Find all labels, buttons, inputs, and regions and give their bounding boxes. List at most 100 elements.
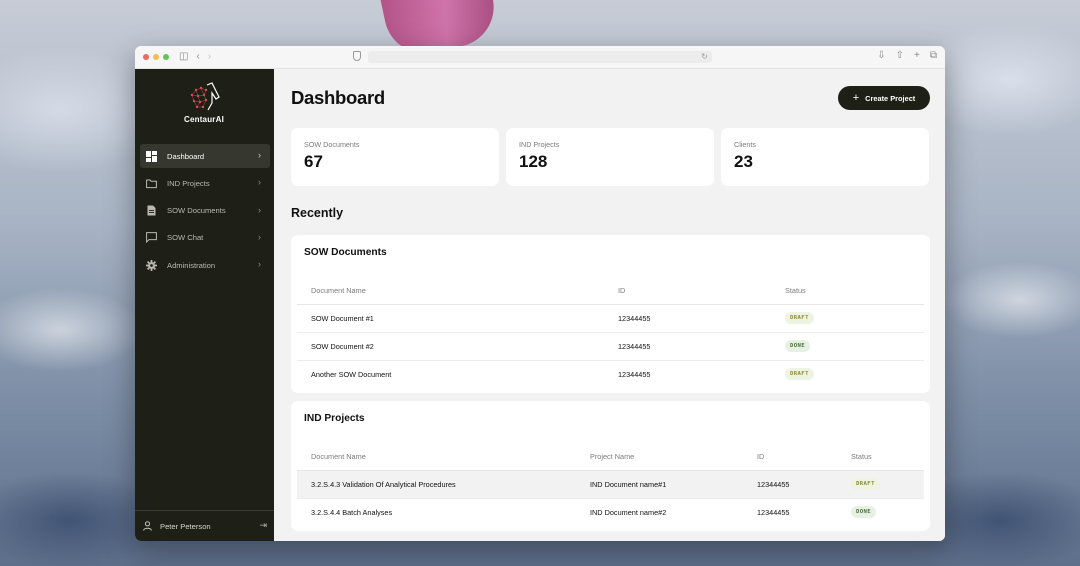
sidebar: CentaurAI Dashboard › IND Projects › SOW…	[135, 69, 274, 541]
document-name[interactable]: 3.2.S.4.4 Batch Analyses	[297, 498, 576, 526]
status-badge: DONE	[785, 340, 811, 352]
chevron-right-icon: ›	[258, 231, 261, 242]
stat-card-clients[interactable]: Clients 23	[721, 128, 929, 186]
stat-label: IND Projects	[519, 140, 560, 149]
centaur-logo-icon	[190, 82, 220, 111]
window-controls	[143, 54, 169, 60]
logout-icon[interactable]: ⇥	[259, 520, 267, 531]
document-name[interactable]: SOW Document #1	[297, 304, 604, 333]
user-name: Peter Peterson	[160, 521, 211, 531]
sidebar-item-label: Dashboard	[167, 151, 205, 161]
sidebar-nav: Dashboard › IND Projects › SOW Documents…	[140, 144, 270, 280]
create-project-button[interactable]: + Create Project	[838, 86, 930, 110]
sidebar-toggle-icon[interactable]: ◫	[179, 52, 188, 62]
status-badge: DONE	[851, 506, 877, 519]
table-row[interactable]: SOW Document #2 12344455 DONE	[297, 332, 924, 361]
document-id: 12344455	[743, 470, 837, 499]
table-header-row: Document Name Project Name ID Status	[297, 444, 924, 471]
table-row[interactable]: Another SOW Document 12344455 DRAFT	[297, 360, 924, 388]
new-tab-icon[interactable]: +	[914, 50, 920, 61]
browser-toolbar: ◫ ‹ › ↻ ⇩ ⇧ + ⧉	[135, 46, 945, 69]
status-badge: DRAFT	[785, 368, 814, 381]
create-project-label: Create Project	[865, 93, 916, 103]
stat-value: 67	[304, 152, 323, 171]
table-row[interactable]: SOW Document #1 12344455 DRAFT	[297, 304, 924, 333]
project-name: IND Document name#2	[590, 507, 667, 517]
share-icon[interactable]: ⇧	[896, 50, 904, 61]
status-cell: DONE	[771, 332, 924, 361]
gear-icon	[146, 259, 157, 271]
document-id: 12344455	[604, 304, 771, 333]
shield-icon[interactable]	[353, 51, 361, 61]
sidebar-item-dashboard[interactable]: Dashboard ›	[140, 144, 270, 168]
document-id: 12344455	[618, 369, 651, 379]
ind-projects-table: Document Name Project Name ID Status 3.2…	[297, 444, 924, 526]
tabs-overview-icon[interactable]: ⧉	[930, 50, 937, 61]
table-header-row: Document Name ID Status	[297, 278, 924, 305]
forward-icon[interactable]: ›	[208, 52, 211, 62]
status-cell: DRAFT	[771, 304, 924, 333]
table-row[interactable]: 3.2.S.4.3 Validation Of Analytical Proce…	[297, 470, 924, 499]
stat-value: 23	[734, 152, 753, 171]
column-header[interactable]: Document Name	[297, 278, 604, 305]
section-title-recently: Recently	[291, 206, 344, 220]
sidebar-item-sow-chat[interactable]: SOW Chat ›	[140, 226, 270, 250]
dashboard-icon	[146, 150, 157, 162]
table-row[interactable]: 3.2.S.4.4 Batch Analyses IND Document na…	[297, 498, 924, 526]
column-header[interactable]: Project Name	[576, 444, 743, 471]
document-name[interactable]: Another SOW Document	[297, 360, 604, 388]
sidebar-divider	[135, 510, 274, 511]
card-title: IND Projects	[304, 413, 365, 424]
sow-documents-table: Document Name ID Status SOW Document #1 …	[297, 278, 924, 388]
main-content: Dashboard + Create Project SOW Documents…	[274, 69, 945, 541]
column-header[interactable]: ID	[743, 444, 837, 471]
stat-label: Clients	[734, 140, 756, 149]
stat-label: SOW Documents	[304, 140, 360, 149]
column-header[interactable]: Document Name	[297, 444, 576, 471]
status-badge: DRAFT	[851, 478, 880, 490]
document-id: 12344455	[604, 332, 771, 361]
browser-window: ◫ ‹ › ↻ ⇩ ⇧ + ⧉ CentaurAI Dashboard › IN…	[135, 46, 945, 541]
status-badge: DRAFT	[785, 312, 814, 324]
chevron-right-icon: ›	[258, 150, 261, 160]
document-name[interactable]: 3.2.S.4.3 Validation Of Analytical Proce…	[297, 470, 576, 499]
chevron-right-icon: ›	[258, 259, 261, 270]
sidebar-item-label: SOW Documents	[167, 206, 226, 216]
minimize-window-button[interactable]	[153, 54, 159, 60]
sidebar-item-administration[interactable]: Administration ›	[140, 253, 270, 277]
folder-icon	[146, 178, 157, 189]
maximize-window-button[interactable]	[163, 54, 169, 60]
user-icon	[143, 521, 152, 531]
card-title: SOW Documents	[304, 247, 387, 258]
reload-icon[interactable]: ↻	[701, 51, 708, 63]
column-header[interactable]: ID	[604, 278, 771, 305]
download-icon[interactable]: ⇩	[877, 50, 885, 61]
sidebar-item-label: SOW Chat	[167, 233, 204, 243]
chat-icon	[146, 232, 157, 244]
close-window-button[interactable]	[143, 54, 149, 60]
app-logo[interactable]: CentaurAI	[179, 81, 229, 124]
sidebar-item-ind-projects[interactable]: IND Projects ›	[140, 171, 270, 195]
back-icon[interactable]: ‹	[196, 52, 199, 62]
project-name: IND Document name#1	[576, 470, 743, 499]
document-id: 12344455	[757, 507, 790, 517]
column-header[interactable]: Status	[837, 444, 924, 471]
stat-card-ind-projects[interactable]: IND Projects 128	[506, 128, 714, 186]
chevron-right-icon: ›	[258, 204, 261, 215]
chevron-right-icon: ›	[258, 177, 261, 188]
status-cell: DONE	[837, 498, 924, 526]
page-title: Dashboard	[291, 87, 385, 108]
sidebar-item-label: IND Projects	[167, 178, 210, 188]
sidebar-item-sow-documents[interactable]: SOW Documents ›	[140, 199, 270, 223]
stat-card-sow-documents[interactable]: SOW Documents 67	[291, 128, 499, 186]
brand-name: CentaurAI	[183, 115, 225, 124]
column-header[interactable]: Status	[771, 278, 924, 305]
document-icon	[146, 205, 157, 216]
sidebar-item-label: Administration	[167, 260, 216, 270]
status-cell: DRAFT	[771, 360, 924, 388]
ind-projects-card: IND Projects Document Name Project Name …	[291, 401, 930, 531]
user-profile[interactable]: Peter Peterson ⇥	[143, 519, 267, 533]
document-name[interactable]: SOW Document #2	[297, 332, 604, 361]
plus-icon: +	[852, 92, 860, 104]
address-bar[interactable]: ↻	[368, 51, 712, 63]
